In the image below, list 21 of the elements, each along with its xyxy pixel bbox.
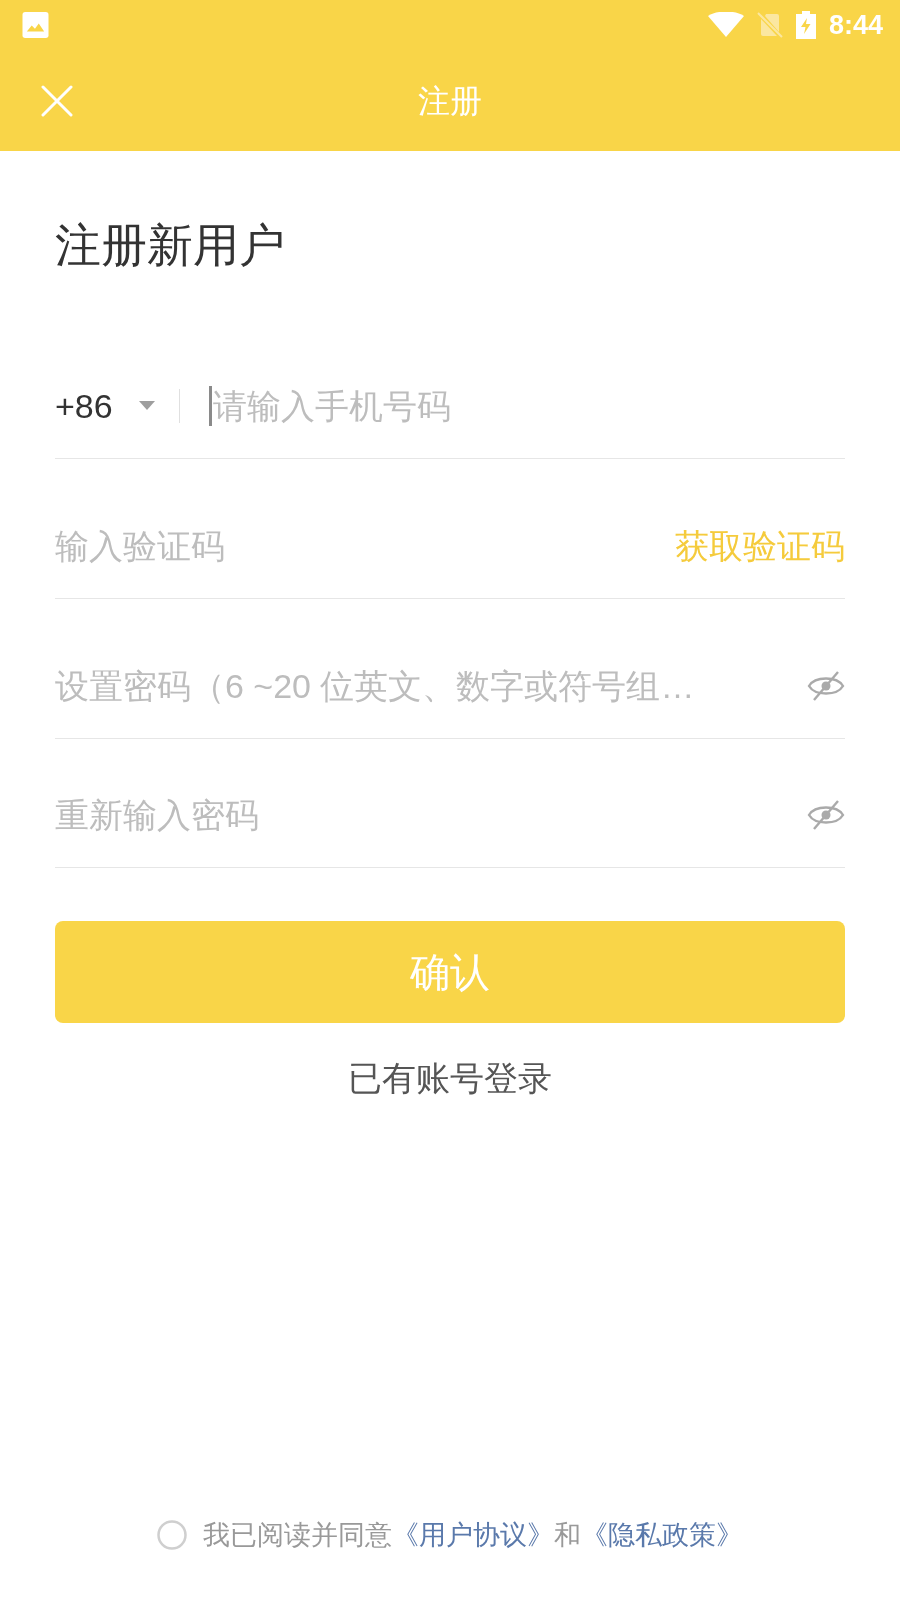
sim-card-off-icon: [756, 12, 783, 38]
screen-title: 注册: [418, 81, 482, 121]
eye-slash-icon[interactable]: [807, 798, 845, 831]
page-heading: 注册新用户: [55, 219, 285, 271]
login-link[interactable]: 已有账号登录: [348, 1058, 552, 1098]
agreement-text: 我已阅读并同意《用户协议》和《隐私政策》: [203, 1519, 743, 1552]
code-input[interactable]: 输入验证码: [55, 525, 675, 566]
image-icon: [22, 12, 49, 38]
password-input[interactable]: 重新输入密码: [55, 794, 797, 835]
clock-time: 8:44: [828, 9, 883, 41]
close-icon[interactable]: [41, 84, 73, 117]
eye-slash-icon[interactable]: [807, 669, 845, 702]
battery-charging-icon: [795, 11, 816, 39]
caret-down-icon: [138, 401, 155, 410]
wifi-icon: [707, 12, 744, 38]
agreement-link[interactable]: 《隐私政策》: [581, 1520, 743, 1550]
country-code-dropdown[interactable]: +86: [55, 385, 155, 426]
password-input[interactable]: 设置密码（6 ~20 位英文、数字或符号组…: [55, 665, 797, 706]
agreement-link[interactable]: 《用户协议》: [392, 1520, 554, 1550]
phone-input[interactable]: 请输入手机号码: [212, 385, 845, 426]
agreement-checkbox[interactable]: [157, 1520, 187, 1550]
